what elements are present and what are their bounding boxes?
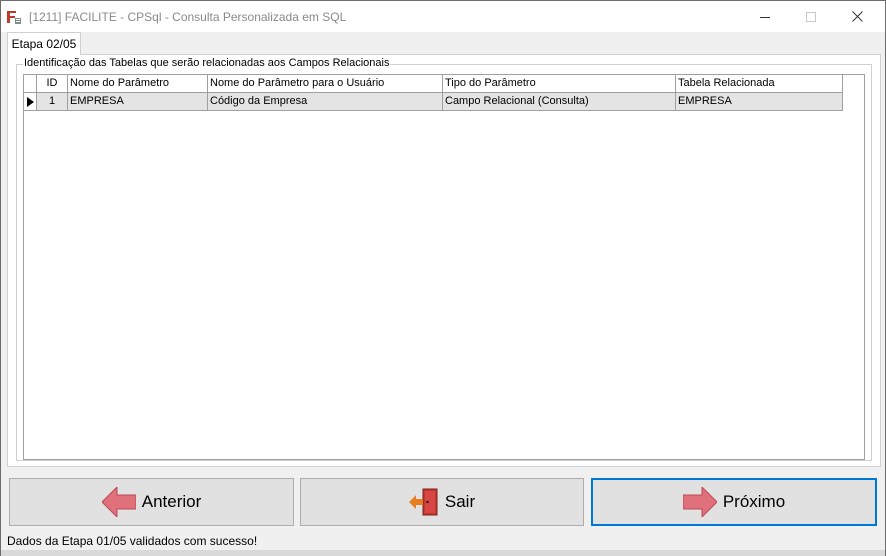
bottom-divider <box>1 550 885 556</box>
cell-nome[interactable]: EMPRESA <box>68 93 208 111</box>
column-header-id[interactable]: ID <box>37 75 68 93</box>
exit-door-icon <box>408 488 439 516</box>
column-header-usuario[interactable]: Nome do Parâmetro para o Usuário <box>208 75 443 93</box>
app-icon <box>6 9 22 25</box>
window-title: [1211] FACILITE - CPSql - Consulta Perso… <box>29 10 347 24</box>
tab-etapa-02[interactable]: Etapa 02/05 <box>7 32 81 55</box>
minimize-button[interactable] <box>742 1 788 32</box>
table-row[interactable]: 1 EMPRESA Código da Empresa Campo Relaci… <box>24 93 843 111</box>
proximo-label: Próximo <box>722 492 786 511</box>
maximize-button[interactable] <box>788 1 834 32</box>
anterior-label: Anterior <box>141 492 202 511</box>
cell-tabela[interactable]: EMPRESA <box>676 93 843 111</box>
anterior-button[interactable]: Anterior <box>9 478 294 526</box>
row-indicator-cell <box>24 93 37 111</box>
proximo-button[interactable]: Próximo <box>591 478 877 526</box>
status-text: Dados da Etapa 01/05 validados com suces… <box>7 534 258 548</box>
column-header-nome[interactable]: Nome do Parâmetro <box>68 75 208 93</box>
close-button[interactable] <box>834 1 880 32</box>
column-header-tipo[interactable]: Tipo do Parâmetro <box>443 75 676 93</box>
arrow-right-icon <box>682 487 717 517</box>
title-bar[interactable]: [1211] FACILITE - CPSql - Consulta Perso… <box>1 1 885 32</box>
tab-label: Etapa 02/05 <box>11 37 77 51</box>
grid-header: ID Nome do Parâmetro Nome do Parâmetro p… <box>24 75 843 93</box>
arrow-left-icon <box>101 487 136 517</box>
parameters-grid[interactable]: ID Nome do Parâmetro Nome do Parâmetro p… <box>23 74 865 460</box>
sair-label: Sair <box>444 492 476 511</box>
cell-id[interactable]: 1 <box>37 93 68 111</box>
status-bar: Dados da Etapa 01/05 validados com suces… <box>1 532 885 550</box>
cell-usuario[interactable]: Código da Empresa <box>208 93 443 111</box>
app-window: [1211] FACILITE - CPSql - Consulta Perso… <box>0 0 886 556</box>
cell-tipo[interactable]: Campo Relacional (Consulta) <box>443 93 676 111</box>
close-icon <box>851 11 863 22</box>
sair-button[interactable]: Sair <box>300 478 584 526</box>
group-legend: Identificação das Tabelas que serão rela… <box>23 57 391 69</box>
tab-page: Identificação das Tabelas que serão rela… <box>7 54 881 467</box>
column-header-tabela[interactable]: Tabela Relacionada <box>676 75 843 93</box>
maximize-icon <box>806 11 816 22</box>
header-indicator-cell <box>24 75 37 93</box>
current-row-arrow-icon <box>26 96 34 107</box>
minimize-icon <box>760 16 770 18</box>
